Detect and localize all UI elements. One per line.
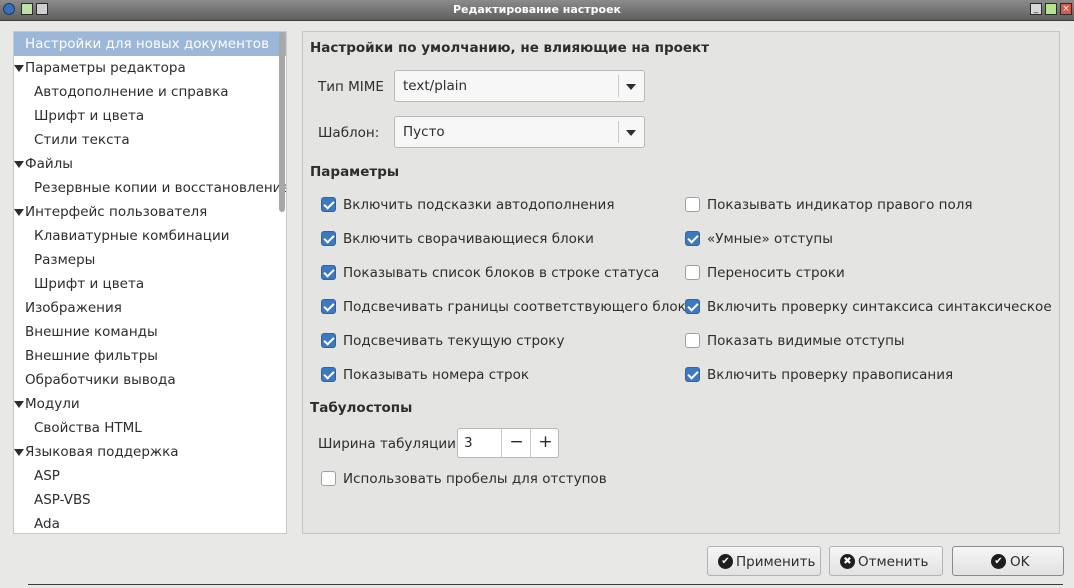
minimize-button[interactable]: _	[1030, 3, 1042, 15]
mime-label: Тип MIME	[318, 79, 384, 95]
checkbox-folding-blocks[interactable]	[321, 231, 336, 246]
checkbox-highlight-current-line[interactable]	[321, 333, 336, 348]
tree-item-asp-vbs[interactable]: ASP-VBS	[14, 488, 91, 512]
tree-item-images[interactable]: Изображения	[14, 296, 122, 320]
checkbox-visible-indents[interactable]	[685, 333, 700, 348]
option-label[interactable]: Включить проверку правописания	[707, 367, 953, 383]
checkbox-smart-indent[interactable]	[685, 231, 700, 246]
expand-arrow-icon[interactable]	[14, 401, 24, 408]
option-label[interactable]: Показывать номера строк	[343, 367, 529, 383]
tree-item-html-props[interactable]: Свойства HTML	[14, 416, 142, 440]
tree-item-ada[interactable]: Ada	[14, 512, 60, 533]
checkbox-wrap-lines[interactable]	[685, 265, 700, 280]
checkbox-highlight-block-bounds[interactable]	[321, 299, 336, 314]
cancel-button[interactable]: ✖ Отменить	[829, 546, 943, 576]
apply-label: Применить	[736, 554, 816, 570]
tree-item-text-styles[interactable]: Стили текста	[14, 128, 130, 152]
option-label[interactable]: Включить проверку синтаксиса синтаксичес…	[707, 299, 1052, 315]
template-combo[interactable]: Пусто	[394, 116, 645, 148]
checkbox-use-spaces[interactable]	[321, 471, 336, 486]
close-button[interactable]: ×	[1060, 3, 1072, 15]
tree-item-label: Параметры редактора	[25, 60, 186, 76]
checkbox-block-list-status[interactable]	[321, 265, 336, 280]
tree-item-shortcuts[interactable]: Клавиатурные комбинации	[14, 224, 230, 248]
chevron-down-icon[interactable]	[626, 84, 636, 90]
template-value: Пусто	[403, 124, 445, 140]
template-label: Шаблон:	[318, 125, 380, 141]
tree-item-ui[interactable]: Интерфейс пользователя	[14, 200, 207, 224]
option-label[interactable]: Показывать список блоков в строке статус…	[343, 265, 659, 281]
checkbox-spellcheck[interactable]	[685, 367, 700, 382]
expand-arrow-icon[interactable]	[14, 65, 24, 72]
combo-separator	[618, 121, 619, 143]
tree-scrollbar[interactable]	[279, 32, 285, 212]
option-label[interactable]: Включить сворачивающиеся блоки	[343, 231, 594, 247]
title-bar: Редактирование настроек _ ×	[0, 0, 1074, 21]
tree-item-new-documents[interactable]: Настройки для новых документов	[14, 32, 286, 56]
tab-width-value[interactable]: 3	[464, 435, 473, 451]
tree-item-files[interactable]: Файлы	[14, 152, 73, 176]
option-label[interactable]: Переносить строки	[707, 265, 845, 281]
tree-item-modules[interactable]: Модули	[14, 392, 80, 416]
tree-item-autocomplete[interactable]: Автодополнение и справка	[14, 80, 229, 104]
check-icon: ✔	[718, 554, 733, 569]
option-label[interactable]: Показать видимые отступы	[707, 333, 905, 349]
params-heading: Параметры	[310, 164, 400, 180]
tab-width-label: Ширина табуляции	[318, 436, 456, 452]
maximize-button[interactable]	[1045, 3, 1057, 15]
mime-value: text/plain	[403, 78, 468, 94]
window-bottom-border	[28, 584, 1063, 585]
tree-item-label: Интерфейс пользователя	[25, 204, 208, 220]
expand-arrow-icon[interactable]	[14, 209, 24, 216]
tree-item-ui-font-colors[interactable]: Шрифт и цвета	[14, 272, 144, 296]
tree-item-language-support[interactable]: Языковая поддержка	[14, 440, 179, 464]
option-label[interactable]: Использовать пробелы для отступов	[343, 471, 607, 487]
combo-separator	[618, 75, 619, 97]
cancel-label: Отменить	[858, 554, 929, 570]
tree-item-asp[interactable]: ASP	[14, 464, 60, 488]
option-label[interactable]: Подсвечивать текущую строку	[343, 333, 564, 349]
cancel-icon: ✖	[840, 554, 855, 569]
mime-combo[interactable]: text/plain	[394, 70, 645, 102]
apply-button[interactable]: ✔ Применить	[707, 546, 821, 576]
tabstops-heading: Табулостопы	[310, 400, 413, 416]
expand-arrow-icon[interactable]	[14, 161, 24, 168]
decrement-button[interactable]: −	[501, 429, 531, 457]
tree-item-external-commands[interactable]: Внешние команды	[14, 320, 158, 344]
tab-width-spinner[interactable]: 3 − +	[457, 428, 559, 458]
increment-button[interactable]: +	[530, 429, 560, 457]
chevron-down-icon[interactable]	[626, 130, 636, 136]
option-label[interactable]: Показывать индикатор правого поля	[707, 197, 973, 213]
checkbox-line-numbers[interactable]	[321, 367, 336, 382]
checkbox-right-margin[interactable]	[685, 197, 700, 212]
settings-tree[interactable]: Настройки для новых документов Параметры…	[13, 31, 287, 534]
window-title: Редактирование настроек	[452, 3, 622, 16]
ok-label: OK	[1010, 554, 1030, 570]
tree-item-editor-params[interactable]: Параметры редактора	[14, 56, 186, 80]
tree-item-label: Модули	[25, 396, 80, 412]
tree-item-font-colors[interactable]: Шрифт и цвета	[14, 104, 144, 128]
tree-item-output-handlers[interactable]: Обработчики вывода	[14, 368, 176, 392]
tree-item-backups[interactable]: Резервные копии и восстановление	[14, 176, 286, 200]
defaults-heading: Настройки по умолчанию, не влияющие на п…	[310, 40, 710, 56]
option-label[interactable]: «Умные» отступы	[707, 231, 833, 247]
tree-item-sizes[interactable]: Размеры	[14, 248, 95, 272]
tree-item-external-filters[interactable]: Внешние фильтры	[14, 344, 158, 368]
checkbox-syntax-check[interactable]	[685, 299, 700, 314]
tree-item-label: Файлы	[25, 156, 73, 172]
check-icon: ✔	[991, 554, 1006, 569]
option-label[interactable]: Включить подсказки автодополнения	[343, 197, 614, 213]
checkbox-autocomplete-hints[interactable]	[321, 197, 336, 212]
ok-button[interactable]: ✔ OK	[952, 546, 1064, 576]
settings-panel: Настройки по умолчанию, не влияющие на п…	[302, 31, 1060, 534]
expand-arrow-icon[interactable]	[14, 449, 24, 456]
tree-item-label: Языковая поддержка	[25, 444, 179, 460]
option-label[interactable]: Подсвечивать границы соответствующего бл…	[343, 299, 694, 315]
